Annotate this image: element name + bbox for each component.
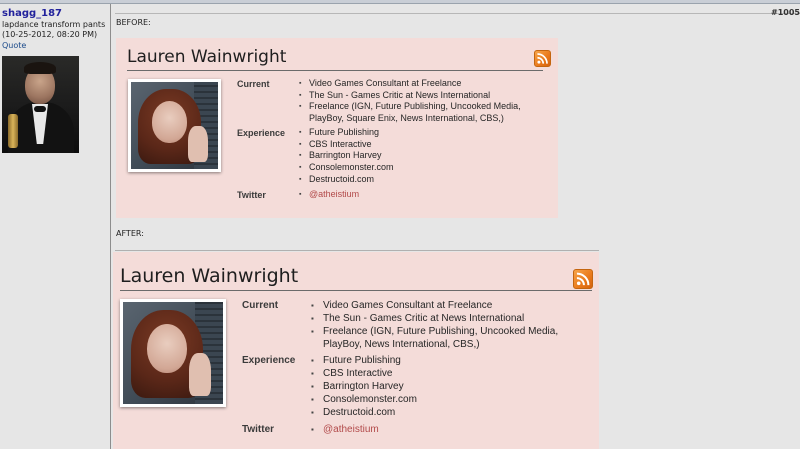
username[interactable]: shagg_187 — [2, 8, 62, 19]
twitter-list: @atheistium — [309, 423, 569, 436]
experience-label: Experience — [237, 128, 286, 138]
twitter-label: Twitter — [242, 424, 275, 435]
list-item: Barrington Harvey — [309, 380, 569, 393]
current-label: Current — [237, 79, 270, 89]
twitter-link[interactable]: @atheistium — [309, 189, 359, 199]
list-item: Consolemonster.com — [309, 393, 569, 406]
rss-feed-icon[interactable] — [534, 50, 551, 67]
post-number-link[interactable]: #1005 — [771, 8, 800, 17]
post-date: (10-25-2012, 08:20 PM) — [2, 30, 98, 39]
photo-image — [131, 82, 218, 169]
after-divider — [115, 250, 599, 251]
list-item: Freelance (IGN, Future Publishing, Uncoo… — [309, 325, 569, 351]
top-border — [0, 0, 800, 4]
title-rule — [120, 290, 592, 291]
list-item: Video Games Consultant at Freelance — [297, 78, 542, 90]
experience-list: Future Publishing CBS Interactive Barrin… — [297, 127, 542, 186]
profile-name: Lauren Wainwright — [127, 47, 287, 67]
avatar-hair — [24, 62, 56, 74]
post-header-divider — [115, 13, 800, 14]
experience-label: Experience — [242, 355, 296, 366]
profile-card-after: Lauren Wainwright Current Video Games Co… — [113, 252, 599, 449]
quote-link[interactable]: Quote — [2, 41, 26, 50]
title-rule — [127, 70, 543, 71]
avatar-trophy — [8, 114, 18, 148]
list-item: Destructoid.com — [309, 406, 569, 419]
list-item: Destructoid.com — [297, 174, 542, 186]
rss-feed-icon[interactable] — [573, 269, 593, 289]
photo-face — [151, 101, 187, 143]
profile-photo — [120, 299, 226, 407]
avatar-bowtie — [34, 106, 46, 112]
profile-card-before: Lauren Wainwright Current Video Games Co… — [116, 38, 558, 218]
before-label: BEFORE: — [116, 18, 151, 27]
experience-list: Future Publishing CBS Interactive Barrin… — [309, 354, 569, 419]
user-title: lapdance transform pants — [2, 20, 106, 29]
current-list: Video Games Consultant at Freelance The … — [297, 78, 542, 125]
photo-image — [123, 302, 223, 404]
list-item: Freelance (IGN, Future Publishing, Uncoo… — [297, 101, 542, 124]
list-item: The Sun - Games Critic at News Internati… — [309, 312, 569, 325]
list-item: Consolemonster.com — [297, 162, 542, 174]
twitter-label: Twitter — [237, 190, 266, 200]
after-label: AFTER: — [116, 229, 144, 238]
list-item: @atheistium — [309, 423, 569, 436]
twitter-list: @atheistium — [297, 189, 542, 201]
list-item: CBS Interactive — [297, 139, 542, 151]
user-info-column: shagg_187 lapdance transform pants (10-2… — [0, 4, 111, 449]
photo-hand — [188, 125, 208, 163]
current-label: Current — [242, 300, 279, 311]
list-item: @atheistium — [297, 189, 542, 201]
profile-photo — [128, 79, 221, 172]
list-item: Future Publishing — [309, 354, 569, 367]
list-item: CBS Interactive — [309, 367, 569, 380]
list-item: Future Publishing — [297, 127, 542, 139]
photo-face — [147, 324, 187, 374]
profile-name: Lauren Wainwright — [120, 265, 299, 287]
user-title-and-date: lapdance transform pants (10-25-2012, 08… — [2, 20, 108, 40]
list-item: The Sun - Games Critic at News Internati… — [297, 90, 542, 102]
current-list: Video Games Consultant at Freelance The … — [309, 299, 569, 351]
user-avatar[interactable] — [2, 56, 79, 153]
list-item: Video Games Consultant at Freelance — [309, 299, 569, 312]
list-item: Barrington Harvey — [297, 150, 542, 162]
twitter-link[interactable]: @atheistium — [323, 424, 379, 435]
photo-hand — [189, 353, 211, 396]
